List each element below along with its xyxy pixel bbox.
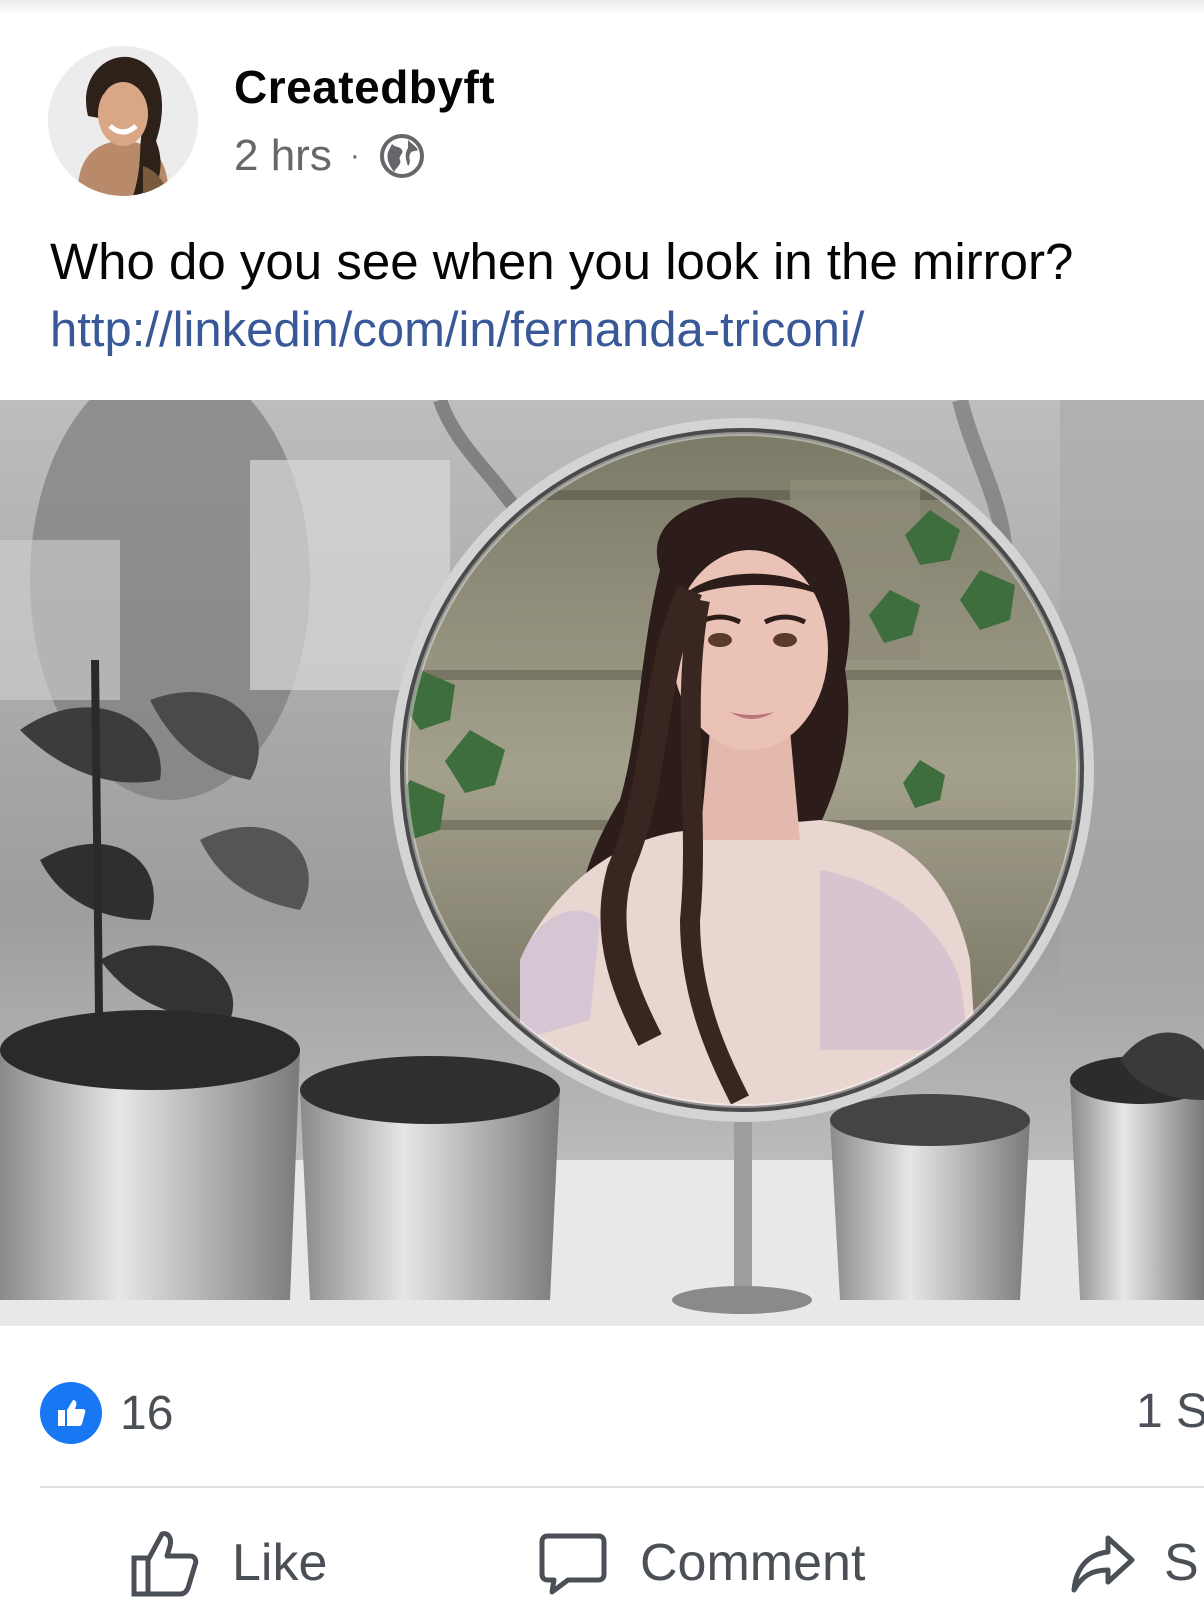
reaction-count: 16	[120, 1386, 174, 1440]
comment-label: Comment	[640, 1534, 866, 1592]
share-label: S	[1164, 1534, 1199, 1592]
post-photo[interactable]	[0, 400, 1204, 1326]
actions-divider	[40, 1486, 1204, 1488]
post-time[interactable]: 2 hrs	[234, 131, 332, 181]
share-icon	[1071, 1535, 1135, 1593]
post-meta: 2 hrs ·	[234, 128, 426, 184]
thumbs-up-icon	[131, 1531, 199, 1597]
like-icon	[40, 1382, 102, 1444]
post-link[interactable]: http://linkedin/com/in/fernanda-triconi/	[50, 302, 864, 358]
comment-icon	[539, 1533, 607, 1595]
like-button[interactable]: Like	[130, 1518, 327, 1608]
comment-button[interactable]: Comment	[538, 1518, 865, 1608]
like-label: Like	[232, 1534, 328, 1592]
author-avatar[interactable]	[48, 46, 198, 196]
reaction-summary[interactable]: 16	[40, 1382, 173, 1444]
meta-separator: ·	[349, 139, 360, 172]
post-text: Who do you see when you look in the mirr…	[50, 233, 1074, 290]
share-button[interactable]: S	[1070, 1518, 1204, 1608]
globe-icon[interactable]	[378, 132, 426, 180]
top-edge	[0, 0, 1204, 14]
shares-count[interactable]: 1 S	[1136, 1384, 1204, 1439]
author-name[interactable]: Createdbyft	[234, 60, 495, 114]
